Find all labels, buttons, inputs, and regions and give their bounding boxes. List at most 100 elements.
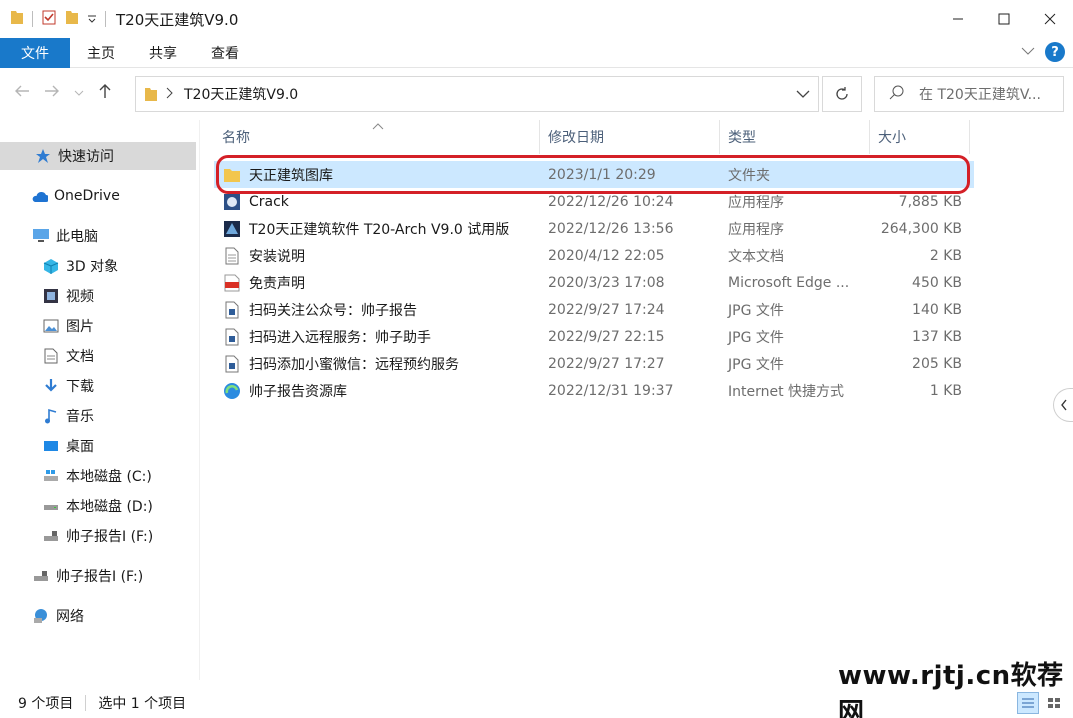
table-row[interactable]: T20天正建筑软件 T20-Arch V9.0 试用版 2022/12/26 1… — [214, 215, 974, 242]
sidebar-item-label: 音乐 — [66, 409, 94, 425]
image-file-icon — [222, 327, 242, 347]
recent-locations-icon[interactable] — [74, 85, 84, 101]
address-bar[interactable]: T20天正建筑V9.0 — [135, 76, 819, 112]
annotation-highlight — [216, 155, 970, 194]
large-icons-view-icon[interactable] — [1043, 692, 1065, 714]
column-header-size[interactable]: 大小 — [870, 120, 970, 154]
file-name: 扫码关注公众号：帅子报告 — [249, 302, 417, 319]
help-icon[interactable]: ? — [1045, 42, 1065, 62]
file-name: 帅子报告资源库 — [249, 383, 347, 400]
sidebar-item-label: OneDrive — [54, 188, 120, 204]
navigation-pane: 快速访问 OneDrive 此电脑 3D 对象 视频 图片 文档 下载 音乐 桌… — [0, 120, 200, 680]
usb-drive-icon — [32, 567, 50, 585]
file-size: 7,885 KB — [898, 193, 962, 210]
sidebar-item-documents[interactable]: 文档 — [0, 342, 196, 370]
sidebar-item-desktop[interactable]: 桌面 — [0, 432, 196, 460]
sidebar-item-music[interactable]: 音乐 — [0, 402, 196, 430]
tab-view[interactable]: 查看 — [194, 38, 256, 68]
sidebar-item-drive-d[interactable]: 本地磁盘 (D:) — [0, 492, 196, 520]
sidebar-item-quick-access[interactable]: 快速访问 — [0, 142, 196, 170]
table-row[interactable]: 安装说明 2020/4/12 22:05 文本文档 2 KB — [214, 242, 974, 269]
tab-file[interactable]: 文件 — [0, 37, 70, 68]
selection-count: 选中 1 个项目 — [98, 696, 187, 712]
sidebar-item-label: 帅子报告I (F:) — [66, 529, 154, 545]
column-header-type[interactable]: 类型 — [720, 120, 870, 154]
forward-arrow-icon[interactable] — [44, 84, 60, 102]
file-modified: 2022/9/27 22:15 — [548, 328, 665, 345]
chevron-right-icon[interactable] — [166, 86, 174, 104]
file-type: Microsoft Edge ... — [728, 274, 850, 291]
new-folder-icon[interactable] — [65, 9, 79, 29]
back-arrow-icon[interactable] — [14, 84, 30, 102]
properties-icon[interactable] — [41, 9, 57, 29]
sidebar-item-this-pc[interactable]: 此电脑 — [0, 222, 196, 250]
app-icon — [222, 192, 242, 212]
sidebar-item-label: 3D 对象 — [66, 259, 119, 275]
up-arrow-icon[interactable] — [98, 83, 112, 103]
sidebar-item-label: 视频 — [66, 289, 94, 305]
file-type: JPG 文件 — [728, 302, 784, 319]
ribbon-right: ? — [1021, 42, 1065, 62]
sidebar-item-pictures[interactable]: 图片 — [0, 312, 196, 340]
file-name: 免责声明 — [249, 275, 305, 292]
chevron-down-icon[interactable] — [796, 87, 810, 103]
collapse-pane-handle[interactable] — [1053, 388, 1073, 422]
minimize-button[interactable] — [935, 0, 981, 38]
file-name: 安装说明 — [249, 248, 305, 265]
file-size: 1 KB — [929, 382, 962, 399]
drive-icon — [42, 467, 60, 485]
sidebar-item-label: 本地磁盘 (D:) — [66, 499, 153, 515]
sidebar-item-label: 文档 — [66, 349, 94, 365]
expand-ribbon-icon[interactable] — [1021, 44, 1035, 60]
sidebar-item-label: 下载 — [66, 379, 94, 395]
computer-icon — [32, 227, 50, 245]
usb-drive-icon — [42, 527, 60, 545]
sidebar-item-3d-objects[interactable]: 3D 对象 — [0, 252, 196, 280]
file-modified: 2020/3/23 17:08 — [548, 274, 665, 291]
sidebar-item-onedrive[interactable]: OneDrive — [0, 182, 196, 210]
table-row[interactable]: 帅子报告资源库 2022/12/31 19:37 Internet 快捷方式 1… — [214, 377, 974, 404]
folder-icon[interactable] — [10, 9, 24, 29]
refresh-button[interactable] — [822, 76, 862, 112]
qat-dropdown-icon[interactable] — [87, 11, 97, 27]
table-row[interactable]: 扫码进入远程服务：帅子助手 2022/9/27 22:15 JPG 文件 137… — [214, 323, 974, 350]
text-file-icon — [222, 246, 242, 266]
pdf-icon — [222, 273, 242, 293]
file-type: JPG 文件 — [728, 329, 784, 346]
folder-icon — [144, 86, 158, 106]
file-type: 文本文档 — [728, 248, 784, 265]
sidebar-item-label: 桌面 — [66, 439, 94, 455]
cube-icon — [42, 257, 60, 275]
sidebar-item-downloads[interactable]: 下载 — [0, 372, 196, 400]
file-modified: 2022/9/27 17:24 — [548, 301, 665, 318]
file-modified: 2022/12/31 19:37 — [548, 382, 674, 399]
details-view-icon[interactable] — [1017, 692, 1039, 714]
column-header-name[interactable]: 名称 — [214, 120, 540, 154]
sidebar-item-network[interactable]: 网络 — [0, 602, 196, 630]
tab-home[interactable]: 主页 — [70, 38, 132, 68]
sidebar-item-videos[interactable]: 视频 — [0, 282, 196, 310]
sidebar-item-label: 此电脑 — [56, 229, 98, 245]
file-size: 140 KB — [912, 301, 962, 318]
separator — [32, 11, 33, 27]
desktop-icon — [42, 437, 60, 455]
file-modified: 2022/12/26 13:56 — [548, 220, 674, 237]
table-row[interactable]: 扫码添加小蜜微信：远程预约服务 2022/9/27 17:27 JPG 文件 2… — [214, 350, 974, 377]
breadcrumb[interactable]: T20天正建筑V9.0 — [184, 84, 298, 104]
search-input[interactable]: 在 T20天正建筑V... — [874, 76, 1064, 112]
sidebar-item-drive-f-root[interactable]: 帅子报告I (F:) — [0, 562, 196, 590]
file-type: 应用程序 — [728, 194, 784, 211]
file-size: 137 KB — [912, 328, 962, 345]
sidebar-item-drive-c[interactable]: 本地磁盘 (C:) — [0, 462, 196, 490]
table-row[interactable]: 免责声明 2020/3/23 17:08 Microsoft Edge ... … — [214, 269, 974, 296]
sidebar-item-drive-f[interactable]: 帅子报告I (F:) — [0, 522, 196, 550]
table-row[interactable]: 扫码关注公众号：帅子报告 2022/9/27 17:24 JPG 文件 140 … — [214, 296, 974, 323]
tab-share[interactable]: 共享 — [132, 38, 194, 68]
close-button[interactable] — [1027, 0, 1073, 38]
maximize-button[interactable] — [981, 0, 1027, 38]
file-name: Crack — [249, 193, 289, 210]
title-bar: T20天正建筑V9.0 — [0, 0, 1073, 38]
file-modified: 2022/9/27 17:27 — [548, 355, 665, 372]
search-placeholder: 在 T20天正建筑V... — [919, 87, 1041, 103]
column-header-modified[interactable]: 修改日期 — [540, 120, 720, 154]
